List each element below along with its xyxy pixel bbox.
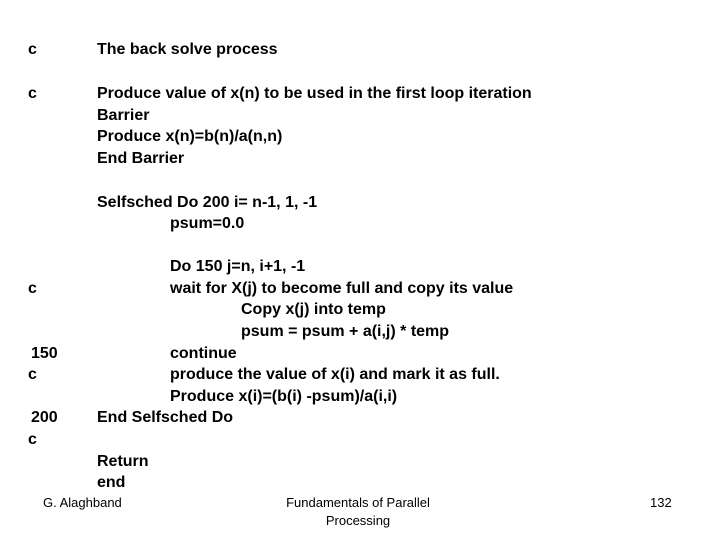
code-line: end (97, 474, 126, 491)
comment-label: c (28, 41, 37, 58)
code-line: Produce value of x(n) to be used in the … (97, 85, 532, 102)
code-line: psum=0.0 (170, 215, 245, 232)
code-line: The back solve process (97, 41, 278, 58)
code-line: Produce x(n)=b(n)/a(n,n) (97, 128, 283, 145)
code-line: Selfsched Do 200 i= n-1, 1, -1 (97, 194, 318, 211)
statement-label: 200 (31, 409, 58, 426)
code-line: End Barrier (97, 150, 185, 167)
comment-label: c (28, 431, 37, 448)
footer-title: Fundamentals of Parallel Processing (286, 495, 430, 528)
code-line: Do 150 j=n, i+1, -1 (170, 258, 306, 275)
code-line: Return (97, 453, 149, 470)
footer-author: G. Alaghband (43, 495, 122, 510)
comment-label: c (28, 366, 37, 383)
code-line: continue (170, 345, 237, 362)
statement-label: 150 (31, 345, 58, 362)
code-line: Barrier (97, 107, 150, 124)
code-line: Copy x(j) into temp (241, 301, 386, 318)
code-line: psum = psum + a(i,j) * temp (241, 323, 450, 340)
page-number: 132 (650, 495, 672, 510)
code-line: End Selfsched Do (97, 409, 234, 426)
code-line: wait for X(j) to become full and copy it… (170, 280, 514, 297)
comment-label: c (28, 85, 37, 102)
code-line: produce the value of x(i) and mark it as… (170, 366, 500, 383)
code-line: Produce x(i)=(b(i) -psum)/a(i,i) (170, 388, 398, 405)
comment-label: c (28, 280, 37, 297)
